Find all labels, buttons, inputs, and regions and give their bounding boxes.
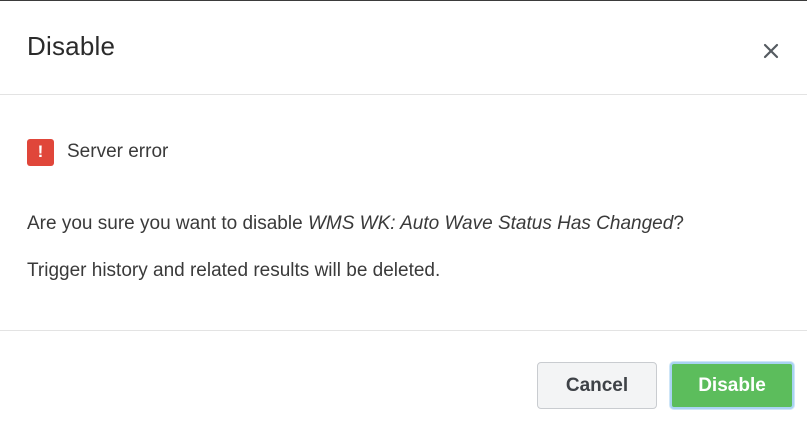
confirmation-text: Are you sure you want to disable WMS WK:…: [27, 213, 684, 235]
dialog-body: ! Server error Are you sure you want to …: [0, 95, 807, 331]
close-button[interactable]: [757, 37, 785, 65]
close-icon: [757, 37, 785, 65]
disable-dialog: Disable ! Server error Are you sure you …: [0, 0, 807, 438]
error-message: Server error: [67, 141, 169, 162]
disable-button[interactable]: Disable: [670, 362, 794, 409]
confirmation-suffix: ?: [673, 213, 684, 234]
confirmation-item-name: WMS WK: Auto Wave Status Has Changed: [307, 213, 674, 234]
dialog-header: Disable: [0, 1, 807, 95]
dialog-title: Disable: [27, 31, 116, 61]
warning-text: Trigger history and related results will…: [27, 260, 441, 281]
exclamation-icon: !: [27, 138, 54, 166]
error-alert: ! Server error: [27, 138, 168, 166]
confirmation-prefix: Are you sure you want to disable: [27, 213, 308, 234]
cancel-button[interactable]: Cancel: [537, 362, 657, 409]
